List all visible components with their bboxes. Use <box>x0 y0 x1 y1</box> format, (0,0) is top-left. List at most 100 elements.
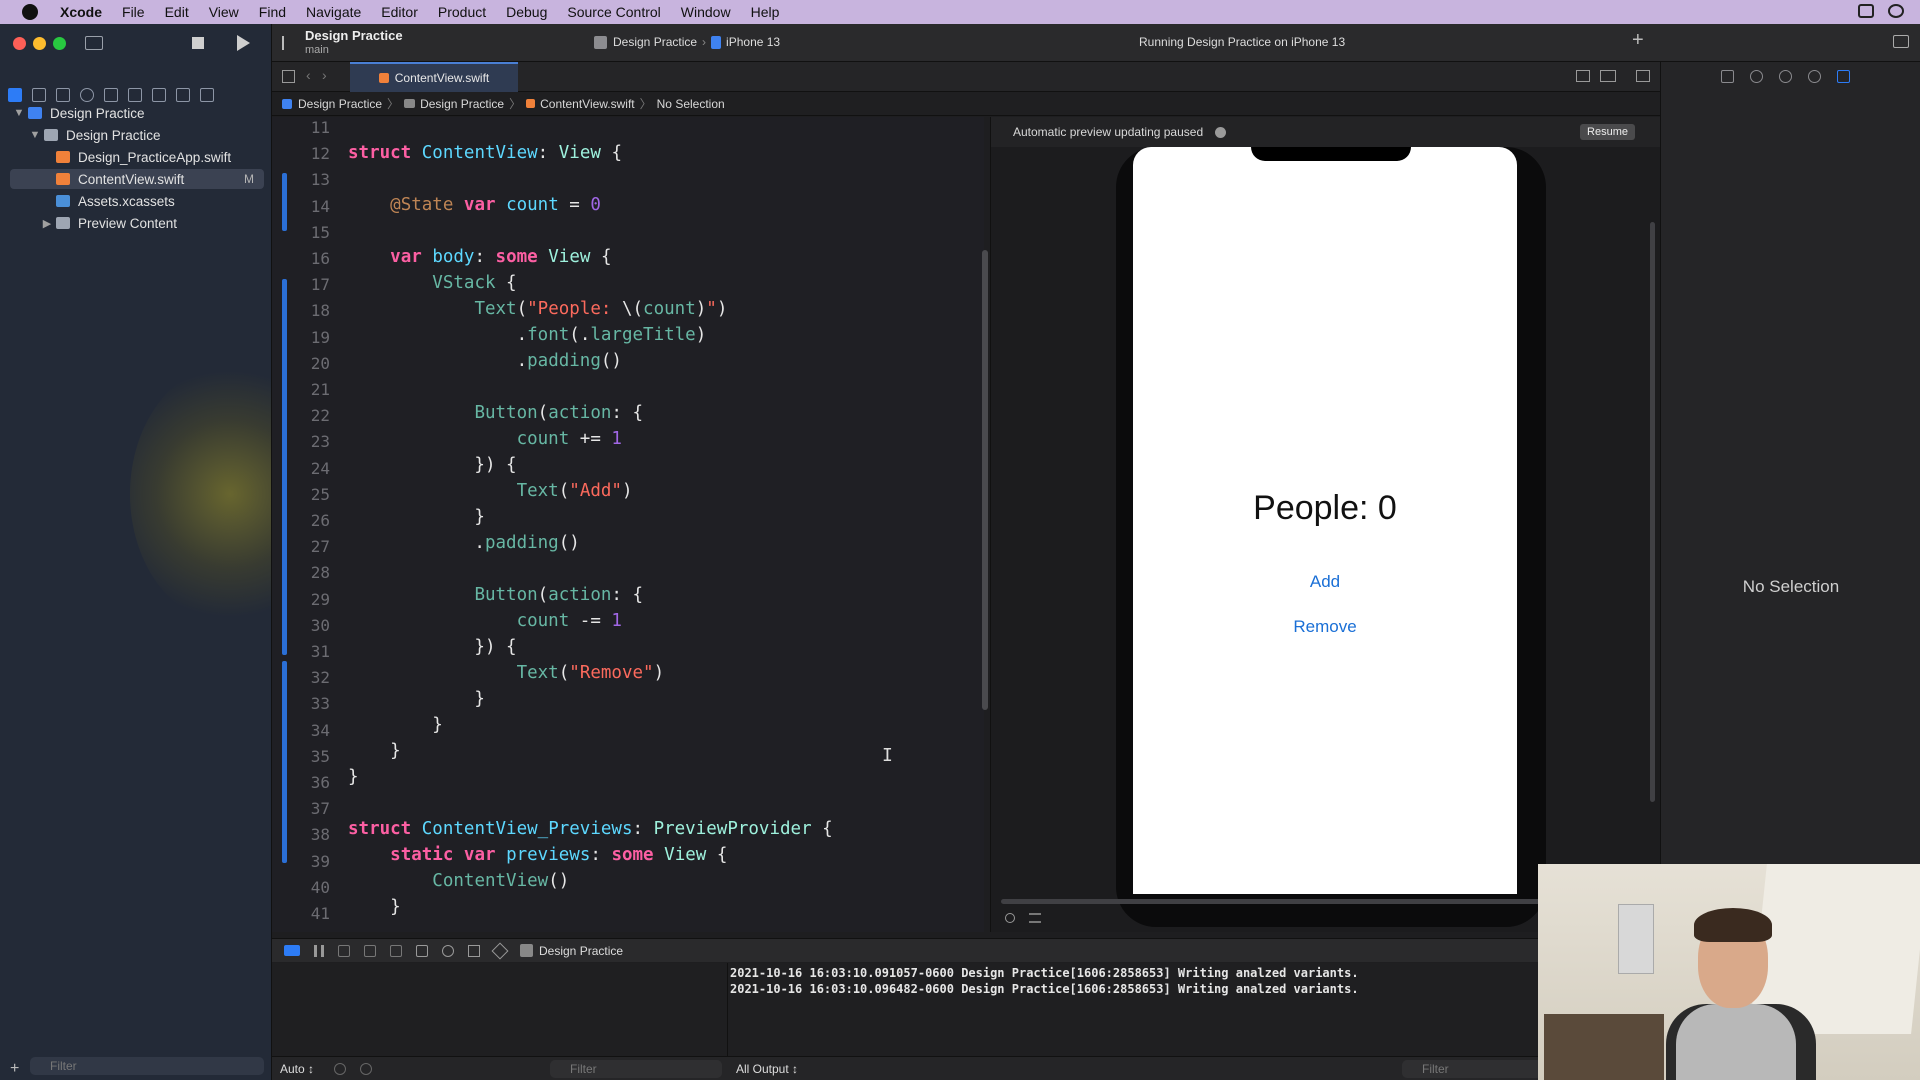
pause-icon[interactable] <box>314 944 324 957</box>
menu-find[interactable]: Find <box>259 4 286 20</box>
navigator-filter-input[interactable]: Filter <box>30 1057 264 1075</box>
file-inspector-icon[interactable] <box>1721 70 1734 83</box>
line-number: 22 <box>310 406 330 426</box>
menu-file[interactable]: File <box>122 4 145 20</box>
view-hierarchy-icon[interactable] <box>416 944 428 957</box>
history-inspector-icon[interactable] <box>1750 70 1763 83</box>
back-arrow-icon[interactable]: ‹ <box>306 67 311 83</box>
tab-contentview[interactable]: ContentView.swift <box>350 62 518 92</box>
console-filter-input[interactable]: Filter <box>1402 1060 1542 1078</box>
find-navigator-icon[interactable] <box>80 88 94 102</box>
identity-inspector-icon[interactable] <box>1808 70 1821 83</box>
run-button[interactable] <box>237 35 250 51</box>
tree-group-preview-content[interactable]: ▶ Preview Content <box>40 213 264 233</box>
add-button[interactable]: Add <box>1133 572 1517 592</box>
code-line: .padding() <box>348 351 622 371</box>
memory-graph-icon[interactable] <box>442 944 454 957</box>
remove-button[interactable]: Remove <box>1133 617 1517 637</box>
chevron-right-icon[interactable]: ▶ <box>40 217 54 230</box>
menu-help[interactable]: Help <box>751 4 780 20</box>
stop-button[interactable] <box>192 37 204 49</box>
menu-debug[interactable]: Debug <box>506 4 547 20</box>
editor-options-icon[interactable] <box>1600 70 1616 82</box>
resume-button[interactable]: Resume <box>1580 124 1635 140</box>
scheme-selector[interactable]: Design Practice › iPhone 13 <box>594 35 780 49</box>
menu-edit[interactable]: Edit <box>165 4 189 20</box>
variables-filter-input[interactable]: Filter <box>550 1060 722 1078</box>
symbol-navigator-icon[interactable] <box>56 88 70 102</box>
chevron-down-icon[interactable]: ▼ <box>12 107 26 119</box>
code-line: } <box>348 507 485 527</box>
breakpoint-navigator-icon[interactable] <box>176 88 190 102</box>
menu-navigate[interactable]: Navigate <box>306 4 361 20</box>
zoom-window-button[interactable] <box>53 37 66 50</box>
split-editor-icon[interactable] <box>1636 70 1650 82</box>
tree-file-app[interactable]: Design_PracticeApp.swift <box>44 147 264 167</box>
clock-icon[interactable] <box>1888 4 1904 18</box>
menu-bar: Xcode File Edit View Find Navigate Edito… <box>0 0 1920 24</box>
preview-vertical-scrollbar[interactable] <box>1650 222 1655 802</box>
code-line: Button(action: { <box>474 585 644 605</box>
step-out-icon[interactable] <box>390 944 402 957</box>
line-number: 15 <box>310 222 330 242</box>
menu-window[interactable]: Window <box>681 4 731 20</box>
add-editor-button[interactable]: + <box>1632 29 1644 52</box>
tree-file-contentview[interactable]: ContentView.swift M <box>10 169 264 189</box>
simulate-location-icon[interactable] <box>491 942 509 959</box>
forward-arrow-icon[interactable]: › <box>322 67 327 83</box>
breadcrumb-item[interactable]: Design Practice <box>298 97 382 111</box>
environment-overrides-icon[interactable] <box>468 944 480 957</box>
tree-file-assets[interactable]: Assets.xcassets <box>44 191 264 211</box>
add-file-button[interactable]: + <box>10 1060 19 1078</box>
menu-editor[interactable]: Editor <box>381 4 418 20</box>
line-number: 25 <box>310 484 330 504</box>
report-navigator-icon[interactable] <box>200 88 214 102</box>
apple-menu-icon[interactable] <box>22 4 38 20</box>
menu-product[interactable]: Product <box>438 4 486 20</box>
info-icon[interactable] <box>360 1063 372 1075</box>
project-title: Design Practice <box>305 28 403 43</box>
minimize-window-button[interactable] <box>33 37 46 50</box>
attributes-inspector-icon[interactable] <box>1837 70 1850 83</box>
inspector-toggle-icon[interactable] <box>1893 35 1909 48</box>
info-icon[interactable] <box>1215 126 1227 138</box>
output-selector[interactable]: All Output ↕ <box>736 1062 798 1076</box>
step-into-icon[interactable] <box>364 944 376 957</box>
grid-icon[interactable] <box>282 70 295 83</box>
preview-status-bar: Automatic preview updating paused <box>991 117 1660 147</box>
source-control-navigator-icon[interactable] <box>32 88 46 102</box>
related-items-icon[interactable] <box>1576 70 1590 82</box>
tree-project-root[interactable]: ▼ Design Practice <box>12 103 264 123</box>
code-editor[interactable]: 11 12 13 14 15 16 17 18 19 20 21 22 23 24 25 26 27 28 29 30… <box>272 117 984 932</box>
menu-view[interactable]: View <box>209 4 239 20</box>
issue-navigator-icon[interactable] <box>104 88 118 102</box>
breakpoints-toggle-icon[interactable] <box>284 945 300 956</box>
console-output[interactable]: 2021-10-16 16:03:10.091057-0600 Design P… <box>728 963 1660 1063</box>
line-number: 38 <box>310 825 330 845</box>
step-over-icon[interactable] <box>338 944 350 957</box>
breadcrumb-item[interactable]: ContentView.swift <box>540 97 635 111</box>
eye-icon[interactable] <box>334 1063 346 1075</box>
breadcrumb-item[interactable]: No Selection <box>657 97 725 111</box>
line-number: 26 <box>310 511 330 530</box>
chevron-down-icon[interactable]: ▼ <box>28 129 42 141</box>
breadcrumb-item[interactable]: Design Practice <box>420 97 504 111</box>
tree-group-design-practice[interactable]: ▼ Design Practice <box>28 125 264 145</box>
menu-app[interactable]: Xcode <box>60 4 102 20</box>
test-navigator-icon[interactable] <box>128 88 142 102</box>
sidebar-toggle-icon[interactable] <box>85 36 103 50</box>
auto-selector[interactable]: Auto ↕ <box>280 1062 314 1076</box>
device-label[interactable]: iPhone 13 <box>726 35 780 49</box>
pin-icon[interactable] <box>1005 913 1015 923</box>
folder-icon <box>44 129 58 141</box>
editor-scrollbar[interactable] <box>982 250 988 710</box>
menu-source-control[interactable]: Source Control <box>567 4 660 20</box>
help-inspector-icon[interactable] <box>1779 70 1792 83</box>
control-center-icon[interactable] <box>1858 4 1874 18</box>
folder-icon <box>404 99 416 108</box>
project-navigator-icon[interactable] <box>8 88 22 102</box>
debug-navigator-icon[interactable] <box>152 88 166 102</box>
swift-file-icon <box>56 151 70 163</box>
close-window-button[interactable] <box>13 37 26 50</box>
list-icon[interactable] <box>1029 913 1041 923</box>
